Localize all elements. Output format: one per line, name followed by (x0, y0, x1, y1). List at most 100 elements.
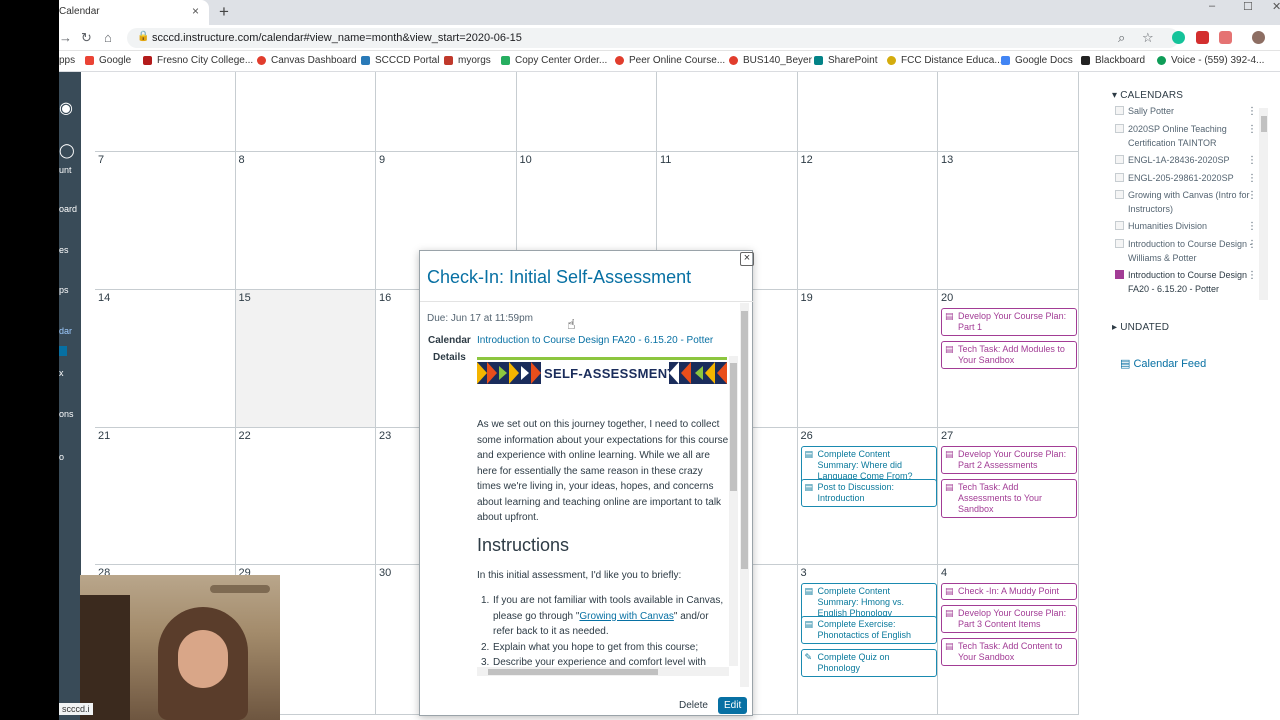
day-number[interactable]: 23 (379, 430, 391, 442)
day-number[interactable]: 12 (801, 154, 813, 166)
calendar-day-cell[interactable]: 22 (235, 428, 376, 565)
day-number[interactable]: 4 (941, 567, 947, 579)
bookmark-star-icon[interactable]: ☆ (1142, 30, 1154, 46)
calendar-item[interactable]: Humanities Division ⋮ (1115, 219, 1257, 234)
calendar-event[interactable]: ▤ Develop Your Course Plan: Part 3 Conten… (941, 605, 1077, 633)
more-icon[interactable]: ⋮ (1247, 154, 1257, 168)
calendar-day-cell[interactable]: 13 (938, 152, 1079, 290)
day-number[interactable]: 21 (98, 430, 110, 442)
calendar-item[interactable]: 2020SP Online Teaching Certification TAI… (1115, 122, 1257, 150)
body-scroll-thumb[interactable] (730, 363, 737, 491)
day-number[interactable]: 22 (239, 430, 251, 442)
event-title-link[interactable]: Check-In: Initial Self-Assessment (427, 267, 691, 288)
more-icon[interactable]: ⋮ (1247, 105, 1257, 119)
calendar-item[interactable]: Sally Potter ⋮ (1115, 104, 1257, 119)
calendar-day-cell[interactable]: 8 (235, 152, 376, 290)
calendar-day-cell[interactable] (376, 72, 517, 152)
reload-icon[interactable]: ↻ (81, 30, 92, 46)
calendar-day-cell[interactable]: 20 ▤ Develop Your Course Plan: Part 1 ▤ Tech… (938, 290, 1079, 428)
nav-inbox[interactable]: x (59, 368, 64, 378)
more-icon[interactable]: ⋮ (1247, 220, 1257, 234)
calendar-event[interactable]: ▤ Check -In: A Muddy Point (941, 583, 1077, 600)
calendar-day-cell[interactable]: 15 (235, 290, 376, 428)
edit-button[interactable]: Edit (718, 697, 748, 714)
nav-help[interactable]: o (59, 452, 64, 462)
calendar-checkbox[interactable] (1115, 221, 1124, 230)
sidebar-scrollbar[interactable] (1259, 108, 1268, 300)
nav-account[interactable]: unt (59, 165, 72, 175)
pdf-extension-icon[interactable] (1196, 31, 1209, 44)
bookmark-voice[interactable]: Voice - (559) 392-4... (1157, 55, 1264, 66)
calendar-feed-link[interactable]: ▤ Calendar Feed (1120, 357, 1206, 370)
calendar-day-cell[interactable]: 21 (95, 428, 236, 565)
more-icon[interactable]: ⋮ (1247, 123, 1257, 137)
calendar-checkbox[interactable] (1115, 190, 1124, 199)
day-number[interactable]: 30 (379, 567, 391, 579)
nav-dashboard[interactable]: oard (59, 204, 77, 214)
more-icon[interactable]: ⋮ (1247, 269, 1257, 283)
day-number[interactable]: 9 (379, 154, 385, 166)
calendar-item[interactable]: ENGL-205-29861-2020SP ⋮ (1115, 171, 1257, 186)
calendar-day-cell[interactable]: 19 (797, 290, 938, 428)
day-number[interactable]: 3 (801, 567, 807, 579)
calendar-day-cell[interactable]: 4 ▤ Check -In: A Muddy Point ▤ Develop Your … (938, 565, 1079, 715)
calendar-item[interactable]: Growing with Canvas (Intro for Instructo… (1115, 188, 1257, 216)
calendar-day-cell[interactable]: 12 (797, 152, 938, 290)
more-icon[interactable]: ⋮ (1247, 238, 1257, 252)
more-icon[interactable]: ⋮ (1247, 189, 1257, 203)
calendar-item[interactable]: Introduction to Course Design FA20 - 6.1… (1115, 268, 1257, 296)
day-number[interactable]: 20 (941, 292, 953, 304)
bookmark-google-docs[interactable]: Google Docs (1001, 55, 1073, 66)
calendar-checkbox[interactable] (1115, 270, 1124, 279)
day-number[interactable]: 27 (941, 430, 953, 442)
calendar-item[interactable]: Introduction to Course Design - Williams… (1115, 237, 1257, 265)
calendar-day-cell[interactable]: 3 ▤ Complete Content Summary: Hmong vs. En… (797, 565, 938, 715)
bookmark-bus140[interactable]: BUS140_Beyer (729, 55, 812, 66)
home-icon[interactable]: ⌂ (104, 30, 112, 45)
calendar-event[interactable]: ✎ Complete Quiz on Phonology (800, 649, 937, 677)
bookmark-fresno[interactable]: Fresno City College... (143, 55, 253, 66)
grammarly-extension-icon[interactable] (1172, 31, 1185, 44)
nav-commons[interactable]: ons (59, 409, 74, 419)
event-details-body[interactable]: SELF-ASSESSMENT As we set out on this jo… (477, 355, 729, 673)
calendar-day-cell[interactable] (95, 72, 236, 152)
tab-close-icon[interactable]: × (192, 4, 199, 18)
nav-courses[interactable]: es (59, 245, 69, 255)
calendar-checkbox[interactable] (1115, 173, 1124, 182)
day-number[interactable]: 10 (520, 154, 532, 166)
calendar-link[interactable]: Introduction to Course Design FA20 - 6.1… (477, 335, 713, 346)
forward-icon[interactable]: → (59, 30, 72, 45)
calendars-heading[interactable]: ▾ CALENDARS (1112, 90, 1183, 101)
calendar-checkbox[interactable] (1115, 239, 1124, 248)
calendar-checkbox[interactable] (1115, 155, 1124, 164)
screencast-extension-icon[interactable] (1219, 31, 1232, 44)
day-number[interactable]: 15 (239, 292, 251, 304)
calendar-event[interactable]: ▤ Develop Your Course Plan: Part 2 Assess… (941, 446, 1077, 474)
nav-groups[interactable]: ps (59, 285, 69, 295)
account-icon[interactable]: ◯ (59, 142, 75, 159)
calendar-checkbox[interactable] (1115, 124, 1124, 133)
browser-tab[interactable]: Calendar × (59, 0, 209, 25)
calendar-day-cell[interactable] (516, 72, 657, 152)
calendar-event[interactable]: ▤ Develop Your Course Plan: Part 1 (941, 308, 1077, 336)
calendar-day-cell[interactable] (797, 72, 938, 152)
close-window-icon[interactable]: ✕ (1272, 0, 1280, 13)
minimize-icon[interactable]: – (1209, 0, 1215, 12)
more-icon[interactable]: ⋮ (1247, 172, 1257, 186)
profile-avatar[interactable] (1252, 31, 1265, 44)
growing-with-canvas-link[interactable]: Growing with Canvas (579, 611, 673, 622)
close-icon[interactable]: × (740, 252, 754, 266)
calendar-day-cell[interactable]: 27 ▤ Develop Your Course Plan: Part 2 Asse… (938, 428, 1079, 565)
bookmark-peer-online[interactable]: Peer Online Course... (615, 55, 725, 66)
bookmark-scccd-portal[interactable]: SCCCD Portal (361, 55, 439, 66)
popup-scroll-thumb[interactable] (741, 311, 748, 569)
calendar-event[interactable]: ▤ Post to Discussion: Introduction (800, 479, 937, 507)
undated-heading[interactable]: ▸ UNDATED (1112, 322, 1169, 333)
body-horizontal-thumb[interactable] (488, 669, 658, 675)
calendar-event[interactable]: ▤ Tech Task: Add Modules to Your Sandbox (941, 341, 1077, 369)
bookmark-apps[interactable]: pps (59, 55, 75, 66)
bookmark-google[interactable]: Google (85, 55, 131, 66)
delete-button[interactable]: Delete (674, 697, 713, 714)
bookmark-sharepoint[interactable]: SharePoint (814, 55, 877, 66)
zoom-icon[interactable]: ⌕ (1118, 30, 1125, 46)
